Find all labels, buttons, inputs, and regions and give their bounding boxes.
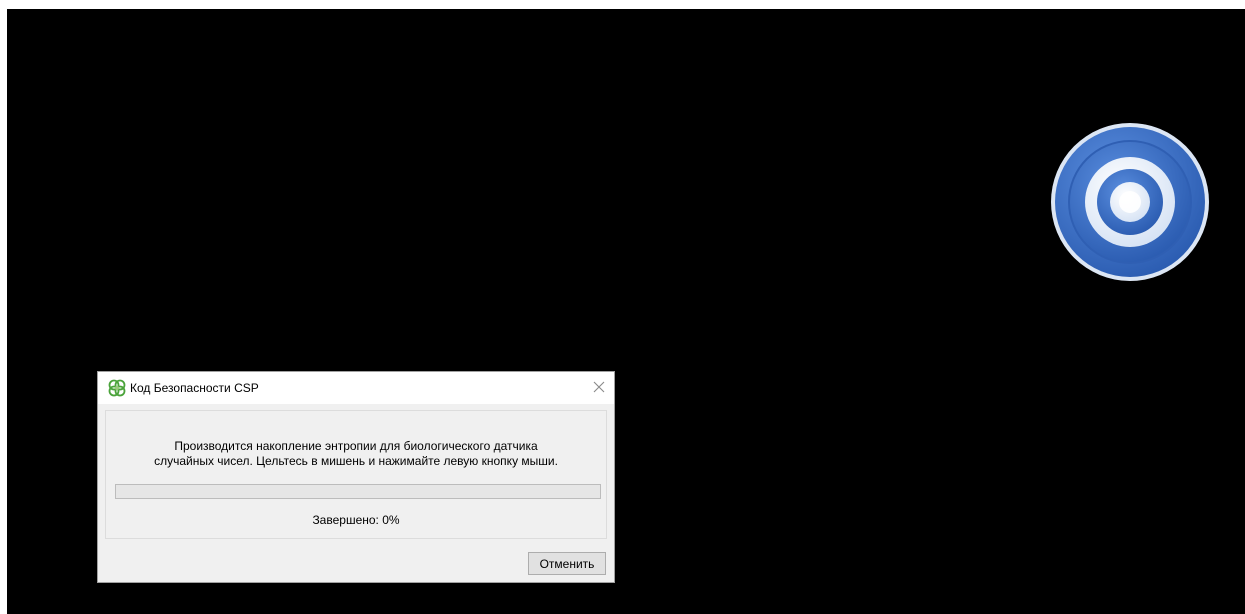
close-button[interactable] [584, 372, 614, 402]
status-text: Завершено: 0% [312, 513, 400, 527]
content-group: Производится накопление энтропии для био… [105, 410, 607, 539]
entropy-dialog: Код Безопасности CSP Производится накопл… [97, 371, 615, 583]
instruction-line-2: случайных чисел. Цельтесь в мишень и наж… [154, 454, 558, 468]
target-icon[interactable] [1050, 122, 1210, 282]
title-bar[interactable]: Код Безопасности CSP [98, 372, 614, 404]
csp-logo-icon [107, 378, 127, 398]
dialog-title: Код Безопасности CSP [130, 381, 259, 395]
dialog-client-area: Производится накопление энтропии для био… [98, 404, 614, 582]
instruction-message: Производится накопление энтропии для био… [106, 439, 606, 469]
close-icon [593, 381, 605, 393]
progress-bar [115, 484, 601, 499]
cancel-button[interactable]: Отменить [528, 552, 606, 575]
instruction-line-1: Производится накопление энтропии для био… [174, 439, 538, 453]
